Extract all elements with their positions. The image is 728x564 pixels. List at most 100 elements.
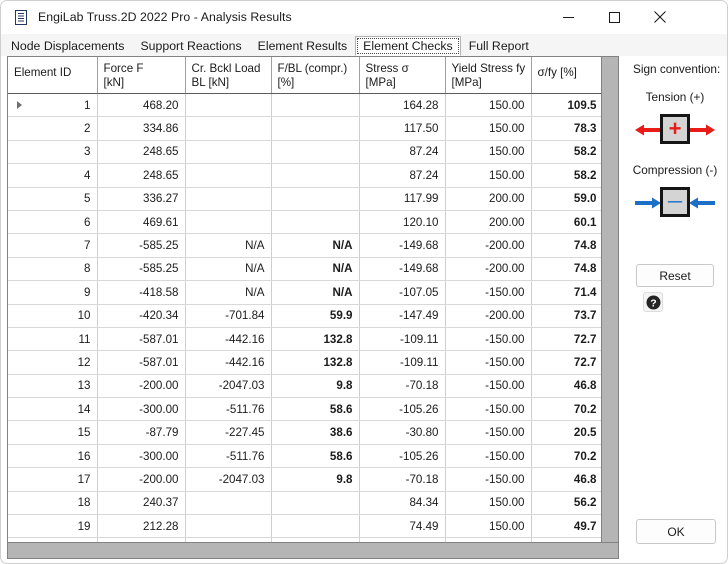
cell-stress[interactable]: -109.11 (359, 350, 446, 375)
cell-f-over-bl[interactable]: 9.8 (271, 374, 360, 399)
cell-stress-ratio[interactable]: 72.7 (531, 327, 603, 352)
cell-stress[interactable]: 117.50 (359, 116, 446, 141)
table-row[interactable]: 14 -300.00 -511.76 58.6 -105.26 -150.00 70.2 (8, 397, 603, 422)
cell-element-id[interactable]: 8 (8, 257, 98, 282)
cell-crit-buckling[interactable]: -2047.03 (185, 374, 272, 399)
cell-f-over-bl[interactable]: N/A (271, 233, 360, 258)
cell-f-over-bl[interactable] (271, 491, 360, 516)
table-row[interactable]: 13 -200.00 -2047.03 9.8 -70.18 -150.00 46.8 (8, 374, 603, 399)
cell-stress-ratio[interactable]: 73.7 (531, 304, 603, 328)
cell-force[interactable]: 248.65 (97, 140, 186, 165)
cell-force[interactable]: 468.20 (97, 93, 186, 118)
table-row[interactable]: 6 469.61 120.10 200.00 60.1 (8, 210, 603, 235)
cell-crit-buckling[interactable] (185, 140, 272, 165)
cell-yield-stress[interactable]: 200.00 (445, 187, 532, 211)
cell-crit-buckling[interactable]: N/A (185, 233, 272, 258)
cell-force[interactable]: -300.00 (97, 444, 186, 469)
results-tab-bar[interactable]: Node Displacements Support Reactions Eleme… (1, 34, 727, 56)
cell-force[interactable]: -585.25 (97, 233, 186, 258)
cell-stress-ratio[interactable]: 78.3 (531, 116, 603, 141)
cell-f-over-bl[interactable]: 38.6 (271, 420, 360, 445)
cell-yield-stress[interactable]: -150.00 (445, 280, 532, 305)
cell-force[interactable]: 334.86 (97, 116, 186, 141)
cell-element-id[interactable]: 9 (8, 280, 98, 305)
cell-force[interactable]: -585.25 (97, 257, 186, 282)
table-row[interactable]: 19 212.28 74.49 150.00 49.7 (8, 514, 603, 539)
cell-element-id[interactable]: 18 (8, 491, 98, 516)
table-row[interactable]: 7 -585.25 N/A N/A -149.68 -200.00 74.8 (8, 233, 603, 258)
cell-f-over-bl[interactable]: 58.6 (271, 397, 360, 422)
cell-crit-buckling[interactable] (185, 163, 272, 188)
cell-stress-ratio[interactable]: 74.8 (531, 257, 603, 282)
cell-stress[interactable]: 87.24 (359, 163, 446, 188)
cell-stress[interactable]: 120.10 (359, 210, 446, 235)
cell-stress[interactable]: -105.26 (359, 397, 446, 422)
cell-force[interactable]: -300.00 (97, 397, 186, 422)
cell-element-id[interactable]: 2 (8, 116, 98, 141)
cell-stress[interactable]: -70.18 (359, 467, 446, 492)
cell-f-over-bl[interactable]: 58.6 (271, 444, 360, 469)
cell-f-over-bl[interactable] (271, 163, 360, 188)
tab-node-displacements[interactable]: Node Displacements (3, 36, 132, 56)
cell-element-id[interactable]: 5 (8, 187, 98, 211)
cell-stress[interactable]: -105.26 (359, 444, 446, 469)
column-header-4[interactable]: Stress σ [MPa] (359, 57, 446, 94)
cell-yield-stress[interactable]: -150.00 (445, 397, 532, 422)
table-row[interactable]: 16 -300.00 -511.76 58.6 -105.26 -150.00 70.2 (8, 444, 603, 469)
cell-stress-ratio[interactable]: 58.2 (531, 140, 603, 165)
cell-element-id[interactable]: 14 (8, 397, 98, 422)
cell-stress-ratio[interactable]: 46.8 (531, 467, 603, 492)
cell-stress-ratio[interactable]: 74.8 (531, 233, 603, 258)
cell-yield-stress[interactable]: -200.00 (445, 257, 532, 282)
cell-force[interactable]: -200.00 (97, 374, 186, 399)
cell-stress[interactable]: 164.28 (359, 93, 446, 118)
cell-f-over-bl[interactable]: N/A (271, 280, 360, 305)
tab-support-reactions[interactable]: Support Reactions (132, 36, 249, 56)
cell-crit-buckling[interactable] (185, 514, 272, 539)
cell-crit-buckling[interactable]: -442.16 (185, 327, 272, 352)
cell-element-id[interactable]: 4 (8, 163, 98, 188)
cell-stress[interactable]: -109.11 (359, 327, 446, 352)
table-row[interactable]: 3 248.65 87.24 150.00 58.2 (8, 140, 603, 165)
table-row[interactable]: 18 240.37 84.34 150.00 56.2 (8, 491, 603, 516)
cell-force[interactable]: -87.79 (97, 420, 186, 445)
cell-crit-buckling[interactable] (185, 491, 272, 516)
cell-yield-stress[interactable]: -200.00 (445, 233, 532, 258)
ok-button[interactable]: OK (636, 519, 716, 544)
cell-yield-stress[interactable]: 150.00 (445, 491, 532, 516)
cell-stress-ratio[interactable]: 109.5 (531, 93, 603, 118)
cell-crit-buckling[interactable]: -442.16 (185, 350, 272, 375)
tab-full-report[interactable]: Full Report (461, 36, 537, 56)
column-header-0[interactable]: Element ID (8, 57, 98, 94)
help-button[interactable]: ? (643, 292, 663, 312)
cell-yield-stress[interactable]: 150.00 (445, 514, 532, 539)
cell-f-over-bl[interactable] (271, 187, 360, 211)
table-row[interactable]: 2 334.86 117.50 150.00 78.3 (8, 116, 603, 141)
cell-crit-buckling[interactable]: -511.76 (185, 444, 272, 469)
cell-crit-buckling[interactable]: -701.84 (185, 304, 272, 328)
column-header-1[interactable]: Force F [kN] (97, 57, 186, 94)
cell-stress-ratio[interactable]: 49.7 (531, 514, 603, 539)
cell-element-id[interactable]: 13 (8, 374, 98, 399)
cell-crit-buckling[interactable]: N/A (185, 257, 272, 282)
cell-crit-buckling[interactable]: -227.45 (185, 420, 272, 445)
minimize-button[interactable] (545, 1, 591, 33)
column-header-5[interactable]: Yield Stress fy [MPa] (445, 57, 532, 94)
table-row[interactable]: 11 -587.01 -442.16 132.8 -109.11 -150.00 72.7 (8, 327, 603, 352)
cell-yield-stress[interactable]: -150.00 (445, 467, 532, 492)
cell-force[interactable]: 248.65 (97, 163, 186, 188)
cell-element-id[interactable]: 16 (8, 444, 98, 469)
cell-stress-ratio[interactable]: 58.2 (531, 163, 603, 188)
cell-crit-buckling[interactable]: -2047.03 (185, 467, 272, 492)
cell-yield-stress[interactable]: 150.00 (445, 140, 532, 165)
cell-element-id[interactable]: 12 (8, 350, 98, 375)
cell-f-over-bl[interactable]: 9.8 (271, 467, 360, 492)
cell-yield-stress[interactable]: -150.00 (445, 420, 532, 445)
cell-crit-buckling[interactable]: -511.76 (185, 397, 272, 422)
cell-f-over-bl[interactable]: 59.9 (271, 304, 360, 328)
cell-yield-stress[interactable]: -150.00 (445, 374, 532, 399)
cell-element-id[interactable]: 7 (8, 233, 98, 258)
cell-stress-ratio[interactable]: 70.2 (531, 397, 603, 422)
cell-f-over-bl[interactable]: 132.8 (271, 350, 360, 375)
table-row[interactable]: 9 -418.58 N/A N/A -107.05 -150.00 71.4 (8, 280, 603, 305)
